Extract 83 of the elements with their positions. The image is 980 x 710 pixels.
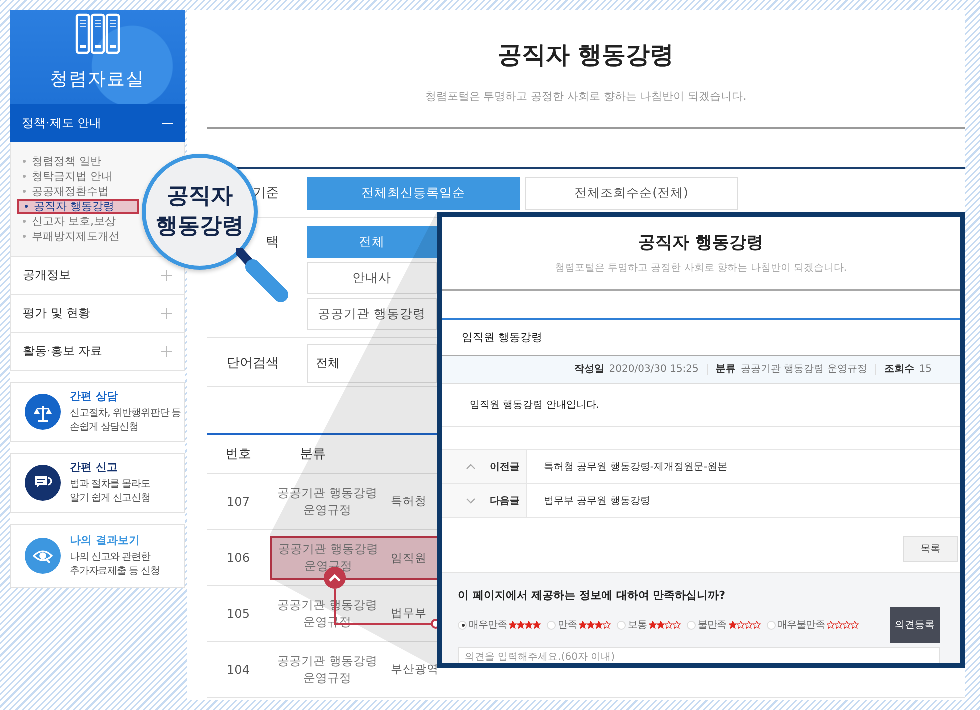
scope-select[interactable]: 전체 bbox=[307, 344, 437, 383]
bullet-icon bbox=[23, 160, 26, 163]
table-cell-text: 107 bbox=[226, 494, 251, 510]
shortcut-description: 손쉽게 상담신청 bbox=[70, 421, 140, 435]
meta-label: 분류 bbox=[716, 364, 736, 375]
neighbor-label: 다음글 bbox=[490, 494, 520, 508]
shortcut-card[interactable]: 간편 상담 신고절차, 위반행위판단 등 손쉽게 상담신청 bbox=[10, 382, 185, 442]
sidebar-section-header[interactable]: 정책·제도 안내 bbox=[10, 104, 185, 142]
sidebar-section-header[interactable]: 평가 및 현황 bbox=[10, 295, 185, 333]
option-button[interactable]: 전체조회수순(전체) bbox=[525, 177, 738, 210]
rating-label: 만족 bbox=[558, 619, 577, 632]
neighbor-link[interactable]: 특허청 공무원 행동강령-제개정원문-원본 bbox=[527, 450, 728, 483]
sidebar-link[interactable]: 청렴정책 일반 bbox=[17, 154, 102, 169]
comment-field[interactable]: 의견을 입력해주세요.(60자 이내) bbox=[458, 647, 940, 663]
shortcut-description: 추가자료제출 등 신청 bbox=[70, 565, 160, 579]
page-title: 공직자 행동강령 bbox=[496, 40, 676, 70]
plus-icon bbox=[161, 270, 172, 281]
rating-label: 보통 bbox=[628, 619, 647, 632]
sidebar-link[interactable]: 부패방지제도개선 bbox=[17, 229, 120, 244]
table-cell: 임직원 bbox=[385, 536, 440, 580]
radio-button[interactable] bbox=[547, 620, 556, 630]
shortcut-title: 나의 결과보기 bbox=[70, 533, 141, 548]
shortcut-description: 나의 신고와 관련한 bbox=[70, 551, 152, 565]
plus-icon bbox=[161, 308, 172, 319]
option-button[interactable]: 공공기관 행동강령 bbox=[307, 298, 437, 330]
radio-button[interactable] bbox=[617, 620, 626, 630]
meta-value: 2020/03/30 15:25 bbox=[609, 364, 699, 375]
sidebar-section-header[interactable]: 활동·홍보 자료 bbox=[10, 333, 185, 371]
shortcut-card[interactable]: 나의 결과보기 나의 신고와 관련한 추가자료제출 등 신청 bbox=[10, 524, 185, 588]
bullet-icon bbox=[25, 205, 28, 208]
table-cell: 법무부 bbox=[391, 606, 427, 621]
detail-subtitle: 청렴포털은 투명하고 공정한 사회로 향하는 나침반이 되겠습니다. bbox=[554, 262, 848, 275]
table-cell-text: 공공기관 행동강령 운영규정 bbox=[276, 652, 378, 686]
bullet-icon bbox=[23, 190, 26, 193]
binder-icon bbox=[74, 13, 120, 55]
rating-label: 매우불만족 bbox=[778, 619, 825, 632]
bullet-icon bbox=[23, 220, 26, 223]
radio-button[interactable] bbox=[766, 620, 776, 630]
table-cell-text: 공공기관 행동강령 운영규정 bbox=[276, 484, 378, 518]
rating-label: 불만족 bbox=[698, 619, 726, 632]
radio-button[interactable] bbox=[687, 620, 696, 630]
table-cell: 부산광역 bbox=[391, 662, 439, 677]
meta-value: 15 bbox=[919, 364, 932, 375]
sidebar-link[interactable]: 공직자 행동강령 bbox=[17, 199, 139, 214]
sidebar-link[interactable]: 신고자 보호,보상 bbox=[17, 214, 116, 229]
bullet-icon bbox=[23, 235, 26, 238]
submit-button[interactable]: 의견등록 bbox=[890, 607, 940, 643]
shortcut-description: 법과 절차를 몰라도 bbox=[70, 478, 150, 492]
table-cell-text: 104 bbox=[226, 662, 251, 678]
sidebar-section-header[interactable]: 공개정보 bbox=[10, 257, 185, 295]
sidebar-link[interactable]: 청탁금지법 안내 bbox=[17, 169, 112, 184]
sidebar-title: 청렴자료실 bbox=[50, 68, 145, 91]
shortcut-title: 간편 상담 bbox=[70, 389, 119, 404]
magnifier-label: 공직자 행동강령 bbox=[155, 183, 245, 241]
table-cell-text: 105 bbox=[226, 606, 251, 622]
meta-value: 공공기관 행동강령 운영규정 bbox=[740, 364, 868, 375]
column-header: 분류 bbox=[299, 446, 327, 464]
meta-label: 작성일 bbox=[574, 364, 604, 375]
shortcut-description: 알기 쉽게 신고신청 bbox=[70, 492, 150, 506]
survey-question: 이 페이지에서 제공하는 정보에 대하여 만족하십니까? bbox=[458, 589, 727, 603]
post-body: 임직원 행동강령 안내입니다. bbox=[470, 399, 600, 412]
page-subtitle: 청렴포털은 투명하고 공정한 사회로 향하는 나침반이 되겠습니다. bbox=[424, 89, 748, 105]
neighbor-link[interactable]: 법무부 공무원 행동강령 bbox=[527, 484, 650, 517]
sidebar-link[interactable]: 공공재정환수법 bbox=[17, 184, 109, 199]
table-cell-text: 106 bbox=[226, 550, 251, 566]
shortcut-title: 간편 신고 bbox=[70, 460, 119, 475]
column-header: 번호 bbox=[224, 446, 252, 464]
bullet-icon bbox=[23, 175, 26, 178]
detail-title: 공직자 행동강령 bbox=[638, 232, 764, 254]
table-cell: 특허청 bbox=[391, 494, 427, 509]
chevron-up-icon bbox=[466, 462, 476, 470]
shortcut-description: 신고절차, 위반행위판단 등 bbox=[70, 407, 182, 421]
chevron-down-icon bbox=[466, 496, 476, 504]
shortcut-card[interactable]: 간편 신고 법과 절차를 몰라도 알기 쉽게 신고신청 bbox=[10, 453, 185, 513]
option-button[interactable]: 안내사 bbox=[307, 262, 437, 294]
rating-label: 매우만족 bbox=[469, 619, 507, 632]
list-button[interactable]: 목록 bbox=[903, 536, 958, 562]
filter-label: 단어검색 bbox=[226, 355, 279, 373]
radio-button[interactable] bbox=[458, 620, 467, 630]
neighbor-label: 이전글 bbox=[490, 460, 520, 474]
caret-up-icon bbox=[329, 574, 341, 582]
meta-label: 조회수 bbox=[884, 364, 914, 375]
plus-icon bbox=[161, 346, 172, 357]
